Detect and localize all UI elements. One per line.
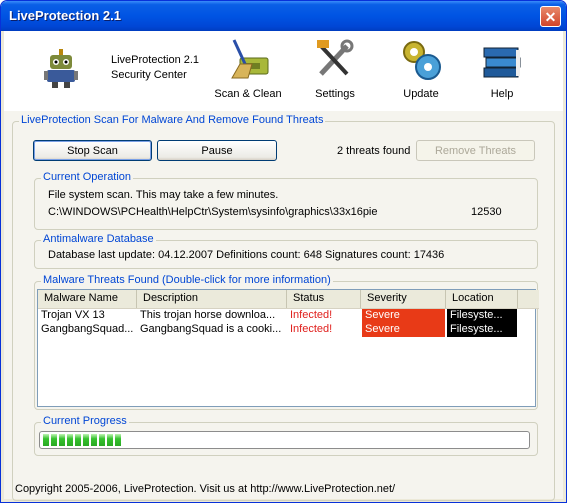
progress-block: [51, 434, 57, 446]
progress-block: [43, 434, 49, 446]
client-area: LiveProtection 2.1 Security Center Scan …: [4, 31, 563, 501]
database-info: Database last update: 04.12.2007 Definit…: [48, 249, 445, 261]
close-button[interactable]: ✕: [540, 6, 561, 27]
app-name-line1: LiveProtection 2.1: [111, 54, 200, 66]
cell-malware-name: GangbangSquad...: [41, 323, 134, 335]
progress-block: [83, 434, 89, 446]
column-severity[interactable]: Severity: [361, 290, 446, 308]
update-button[interactable]: Update: [381, 36, 461, 106]
column-malware-name[interactable]: Malware Name: [38, 290, 137, 308]
progress-block: [67, 434, 73, 446]
threats-list[interactable]: Malware Name Description Status Severity…: [37, 289, 539, 407]
scan-path: C:\WINDOWS\PCHealth\HelpCtr\System\sysin…: [48, 206, 378, 218]
main-window: LiveProtection 2.1 ✕ LiveProtection 2.1 …: [0, 0, 567, 503]
window-title: LiveProtection 2.1: [9, 8, 121, 23]
app-name: LiveProtection 2.1 Security Center: [111, 53, 199, 83]
cell-severity: Severe: [362, 309, 445, 323]
help-label: Help: [490, 88, 514, 100]
app-name-line2: Security Center: [111, 69, 187, 81]
cell-description: This trojan horse downloa...: [140, 309, 276, 321]
robot-logo-icon: [44, 49, 78, 88]
scan-clean-label: Scan & Clean: [214, 88, 282, 100]
column-description[interactable]: Description: [137, 290, 287, 308]
help-button[interactable]: Help: [462, 36, 542, 106]
table-row[interactable]: Trojan VX 13 This trojan horse downloa..…: [38, 309, 519, 323]
progress-title: Current Progress: [41, 415, 129, 427]
scan-clean-button[interactable]: Scan & Clean: [208, 36, 288, 106]
cell-location: Filesyste...: [447, 323, 517, 337]
progress-fill: [43, 434, 121, 446]
cell-description: GangbangSquad is a cooki...: [140, 323, 282, 335]
current-operation-groupbox: Current Operation: [34, 171, 538, 230]
update-label: Update: [403, 88, 439, 100]
pause-button[interactable]: Pause: [157, 140, 277, 161]
settings-label: Settings: [315, 88, 355, 100]
threats-title: Malware Threats Found (Double-click for …: [41, 274, 333, 286]
settings-button[interactable]: Settings: [295, 36, 375, 106]
gears-icon: [403, 41, 441, 80]
broom-icon: [231, 39, 269, 79]
scan-group-title: LiveProtection Scan For Malware And Remo…: [19, 114, 326, 126]
progress-block: [91, 434, 97, 446]
cell-location: Filesyste...: [447, 309, 517, 323]
threat-count: 2 threats found: [337, 145, 411, 157]
table-row[interactable]: GangbangSquad... GangbangSquad is a cook…: [38, 323, 519, 337]
cell-severity: Severe: [362, 323, 445, 337]
title-bar[interactable]: LiveProtection 2.1 ✕: [1, 1, 566, 31]
column-status[interactable]: Status: [287, 290, 361, 308]
progress-block: [99, 434, 105, 446]
stop-scan-button[interactable]: Stop Scan: [33, 140, 152, 161]
cell-malware-name: Trojan VX 13: [41, 309, 105, 321]
database-title: Antimalware Database: [41, 233, 156, 245]
scanned-count: 12530: [471, 206, 502, 218]
close-icon: ✕: [544, 9, 557, 25]
progress-block: [59, 434, 65, 446]
progress-bar: [39, 431, 530, 449]
current-operation-title: Current Operation: [41, 171, 134, 183]
progress-block: [75, 434, 81, 446]
copyright-footer: Copyright 2005-2006, LiveProtection. Vis…: [15, 483, 396, 495]
progress-block: [107, 434, 113, 446]
progress-block: [115, 434, 121, 446]
header: LiveProtection 2.1 Security Center Scan …: [4, 31, 563, 111]
column-location[interactable]: Location: [446, 290, 518, 308]
cell-status: Infected!: [290, 323, 333, 335]
threats-list-header: Malware Name Description Status Severity…: [38, 290, 539, 309]
cell-status: Infected!: [290, 309, 333, 321]
operation-description: File system scan. This may take a few mi…: [48, 189, 279, 201]
books-icon: [483, 47, 521, 78]
remove-threats-button[interactable]: Remove Threats: [416, 140, 535, 161]
tools-icon: [317, 39, 354, 76]
